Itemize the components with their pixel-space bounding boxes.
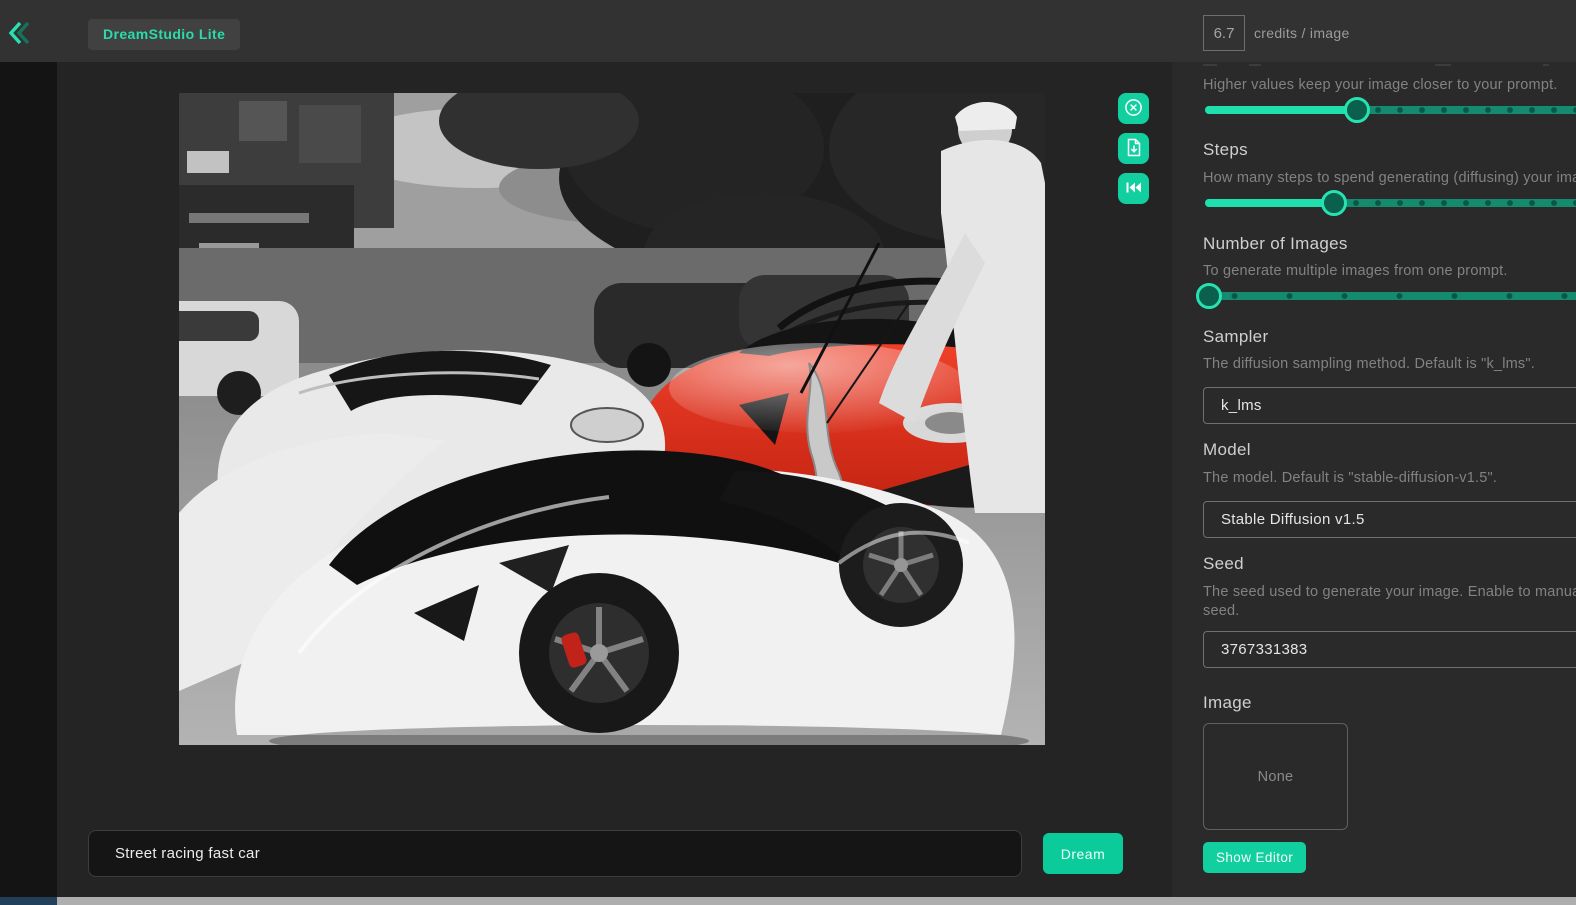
dream-button[interactable]: Dream [1043, 833, 1123, 874]
init-image-dropzone[interactable]: None [1203, 723, 1348, 830]
dreamstudio-app: DreamStudio Lite 6.7 credits / image [0, 0, 1576, 905]
download-image-button[interactable] [1118, 133, 1149, 164]
credits-value: 6.7 [1203, 15, 1245, 51]
steps-description: How many steps to spend generating (diff… [1203, 169, 1576, 188]
sampler-select[interactable]: k_lms [1203, 387, 1576, 424]
main-canvas-area: Dream [57, 62, 1172, 897]
image-heading: Image [1203, 693, 1576, 713]
credits-indicator: 6.7 credits / image [1203, 15, 1350, 51]
download-file-icon [1125, 138, 1143, 160]
collapsed-left-panel [0, 62, 57, 897]
cfg-slider-thumb[interactable] [1344, 97, 1370, 123]
horizontal-scrollbar-thumb[interactable] [57, 897, 1576, 905]
image-action-buttons [1118, 93, 1149, 204]
generated-image [179, 93, 1045, 745]
show-editor-button[interactable]: Show Editor [1203, 842, 1306, 873]
seed-description-line2: seed. [1203, 602, 1576, 621]
reuse-seed-button[interactable] [1118, 173, 1149, 204]
seed-input[interactable] [1203, 631, 1576, 668]
seed-heading: Seed [1203, 554, 1576, 574]
sampler-heading: Sampler [1203, 327, 1576, 347]
settings-sidebar: Higher values keep your image closer to … [1172, 62, 1576, 897]
number-of-images-slider-thumb[interactable] [1196, 283, 1222, 309]
sampler-description: The diffusion sampling method. Default i… [1203, 355, 1576, 374]
prompt-bar: Dream [57, 830, 1172, 877]
steps-slider-thumb[interactable] [1321, 190, 1347, 216]
clipped-text-sliver [1203, 62, 1573, 67]
steps-heading: Steps [1203, 140, 1576, 160]
steps-slider-fill [1205, 199, 1334, 207]
circle-x-icon [1124, 98, 1143, 120]
seed-description-line1: The seed used to generate your image. En… [1203, 583, 1576, 602]
cfg-slider-fill [1205, 106, 1357, 114]
model-description: The model. Default is "stable-diffusion-… [1203, 469, 1576, 488]
double-chevron-left-icon [7, 34, 35, 49]
rewind-icon [1126, 181, 1141, 196]
init-image-placeholder: None [1258, 769, 1294, 785]
app-title-badge[interactable]: DreamStudio Lite [88, 19, 240, 50]
number-of-images-heading: Number of Images [1203, 234, 1576, 254]
credits-label: credits / image [1254, 25, 1350, 41]
top-bar: DreamStudio Lite 6.7 credits / image [0, 0, 1576, 62]
cfg-description: Higher values keep your image closer to … [1203, 76, 1576, 95]
model-select[interactable]: Stable Diffusion v1.5 [1203, 501, 1576, 538]
remove-image-button[interactable] [1118, 93, 1149, 124]
prompt-input[interactable] [88, 830, 1022, 877]
scrollbar-corner [0, 897, 57, 905]
horizontal-scrollbar[interactable] [0, 897, 1576, 905]
number-of-images-slider[interactable] [1205, 283, 1576, 309]
collapse-sidebar-button[interactable] [7, 20, 35, 46]
model-heading: Model [1203, 440, 1576, 460]
number-of-images-slider-track[interactable] [1205, 292, 1576, 300]
steps-slider[interactable] [1205, 190, 1576, 216]
number-of-images-description: To generate multiple images from one pro… [1203, 262, 1576, 281]
cfg-slider[interactable] [1205, 97, 1576, 123]
